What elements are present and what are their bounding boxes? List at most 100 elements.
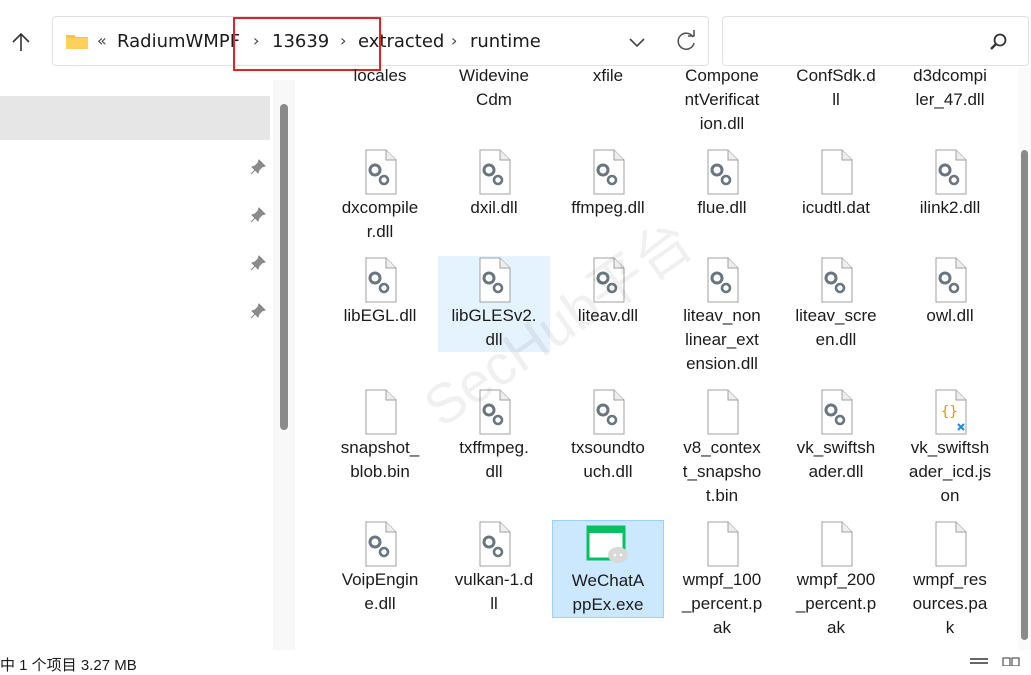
pin-icon[interactable]	[249, 158, 267, 176]
pin-icon[interactable]	[249, 302, 267, 320]
details-view-icon[interactable]	[968, 656, 990, 666]
file-name: v8_contex t_snapsho t.bin	[682, 438, 762, 505]
arrow-up-icon	[12, 32, 30, 51]
file-item[interactable]: ilink2.dll	[894, 148, 1006, 220]
dll-gear-icon	[814, 388, 858, 436]
dll-gear-icon	[472, 256, 516, 304]
dll-gear-icon	[700, 256, 744, 304]
dll-gear-icon	[472, 520, 516, 568]
file-name: liteav_scre en.dll	[795, 306, 877, 349]
blank-file-icon	[700, 520, 744, 568]
blank-file-icon	[700, 388, 744, 436]
large-icons-view-icon[interactable]	[1000, 656, 1022, 666]
dll-gear-icon	[814, 256, 858, 304]
dll-gear-icon	[928, 148, 972, 196]
dll-gear-icon	[472, 148, 516, 196]
blank-file-icon	[814, 520, 858, 568]
breadcrumb-separator[interactable]: ›	[451, 31, 457, 50]
up-button[interactable]	[6, 24, 36, 60]
file-item[interactable]: liteav_non linear_ext ension.dll	[666, 256, 778, 376]
file-name: owl.dll	[926, 306, 974, 325]
dll-gear-icon	[472, 388, 516, 436]
file-item[interactable]: snapshot_ blob.bin	[324, 388, 436, 484]
file-name: d3dcompi ler_47.dll	[913, 68, 987, 109]
file-item[interactable]: liteav_scre en.dll	[780, 256, 892, 352]
nav-selected-item[interactable]	[0, 96, 270, 140]
file-name: flue.dll	[697, 198, 747, 217]
breadcrumb-item-runtime[interactable]: runtime	[470, 31, 541, 52]
file-item[interactable]: flue.dll	[666, 148, 778, 220]
file-name: wmpf_200 _percent.p ak	[795, 570, 877, 637]
dll-gear-icon	[700, 148, 744, 196]
search-icon	[990, 33, 1007, 50]
file-item[interactable]: Widevine Cdm	[438, 68, 550, 112]
file-grid: locales Widevine Cdm xfile Compone ntVerifica…	[300, 68, 1020, 653]
dll-gear-icon	[586, 148, 630, 196]
file-item[interactable]: ffmpeg.dll	[552, 148, 664, 220]
file-item[interactable]: vk_swiftsh ader.dll	[780, 388, 892, 484]
file-item[interactable]: Compone ntVerificat ion.dll	[666, 68, 778, 136]
dll-gear-icon	[586, 388, 630, 436]
file-item[interactable]: vulkan-1.d ll	[438, 520, 550, 616]
dll-gear-icon	[358, 148, 402, 196]
file-item[interactable]: dxil.dll	[438, 148, 550, 220]
file-item[interactable]: locales	[324, 68, 436, 88]
file-item[interactable]: liteav.dll	[552, 256, 664, 328]
file-name: xfile	[592, 68, 624, 85]
file-item[interactable]: wmpf_100 _percent.p ak	[666, 520, 778, 640]
file-name: dxcompile r.dll	[341, 198, 419, 241]
file-name: Compone ntVerificat ion.dll	[684, 68, 760, 133]
pin-icon[interactable]	[249, 206, 267, 224]
blank-file-icon	[358, 388, 402, 436]
file-item[interactable]: wmpf_200 _percent.p ak	[780, 520, 892, 640]
file-name: ConfSdk.d ll	[796, 68, 876, 109]
pin-icon[interactable]	[249, 254, 267, 272]
dll-gear-icon	[586, 256, 630, 304]
dll-gear-icon	[928, 256, 972, 304]
file-name: icudtl.dat	[801, 198, 871, 217]
file-item[interactable]: txsoundto uch.dll	[552, 388, 664, 484]
status-bar: 中 1 个项目 3.27 MB	[0, 650, 1031, 674]
status-text: 中 1 个项目 3.27 MB	[0, 657, 137, 674]
file-name: WeChatA ppEx.exe	[571, 571, 645, 614]
file-name: snapshot_ blob.bin	[340, 438, 420, 481]
file-name: Widevine Cdm	[459, 68, 529, 109]
navigation-pane	[0, 80, 270, 650]
file-name: vulkan-1.d ll	[454, 570, 534, 613]
file-name: ilink2.dll	[919, 198, 981, 217]
refresh-icon[interactable]	[674, 29, 698, 55]
svg-text:{}: {}	[941, 404, 958, 420]
file-item[interactable]: xfile	[552, 68, 664, 88]
file-name: libGLESv2. dll	[451, 306, 537, 349]
file-item[interactable]: txffmpeg. dll	[438, 388, 550, 484]
nav-scrollbar-thumb[interactable]	[280, 104, 288, 430]
file-name: ffmpeg.dll	[571, 198, 645, 217]
breadcrumb-item-radiumwmpf[interactable]: RadiumWMPF	[117, 31, 240, 52]
dll-gear-icon	[358, 256, 402, 304]
blank-file-icon	[928, 520, 972, 568]
content-scrollbar-thumb[interactable]	[1021, 150, 1028, 640]
file-name: dxil.dll	[470, 198, 518, 217]
file-item[interactable]: ConfSdk.d ll	[780, 68, 892, 112]
file-item[interactable]: owl.dll	[894, 256, 1006, 328]
file-item[interactable]: v8_contex t_snapsho t.bin	[666, 388, 778, 508]
file-name: vk_swiftsh ader.dll	[796, 438, 876, 481]
breadcrumb-overflow[interactable]: «	[97, 31, 107, 50]
json-file-icon: {}	[928, 388, 972, 436]
file-item[interactable]: libGLESv2. dll	[438, 256, 550, 352]
file-item[interactable]: libEGL.dll	[324, 256, 436, 328]
file-name: txffmpeg. dll	[459, 438, 529, 481]
file-item[interactable]: WeChatA ppEx.exe	[552, 520, 664, 618]
file-item[interactable]: icudtl.dat	[780, 148, 892, 220]
file-item[interactable]: VoipEngin e.dll	[324, 520, 436, 616]
file-item[interactable]: {} vk_swiftsh ader_icd.js on	[894, 388, 1006, 508]
file-name: liteav.dll	[577, 306, 639, 325]
file-item[interactable]: wmpf_res ources.pa k	[894, 520, 1006, 640]
blank-file-icon	[814, 148, 858, 196]
file-item[interactable]: d3dcompi ler_47.dll	[894, 68, 1006, 112]
file-name: wmpf_res ources.pa k	[912, 570, 988, 637]
search-box[interactable]	[722, 16, 1029, 66]
file-name: locales	[353, 68, 407, 85]
file-item[interactable]: dxcompile r.dll	[324, 148, 436, 244]
chevron-down-icon[interactable]	[626, 31, 648, 53]
